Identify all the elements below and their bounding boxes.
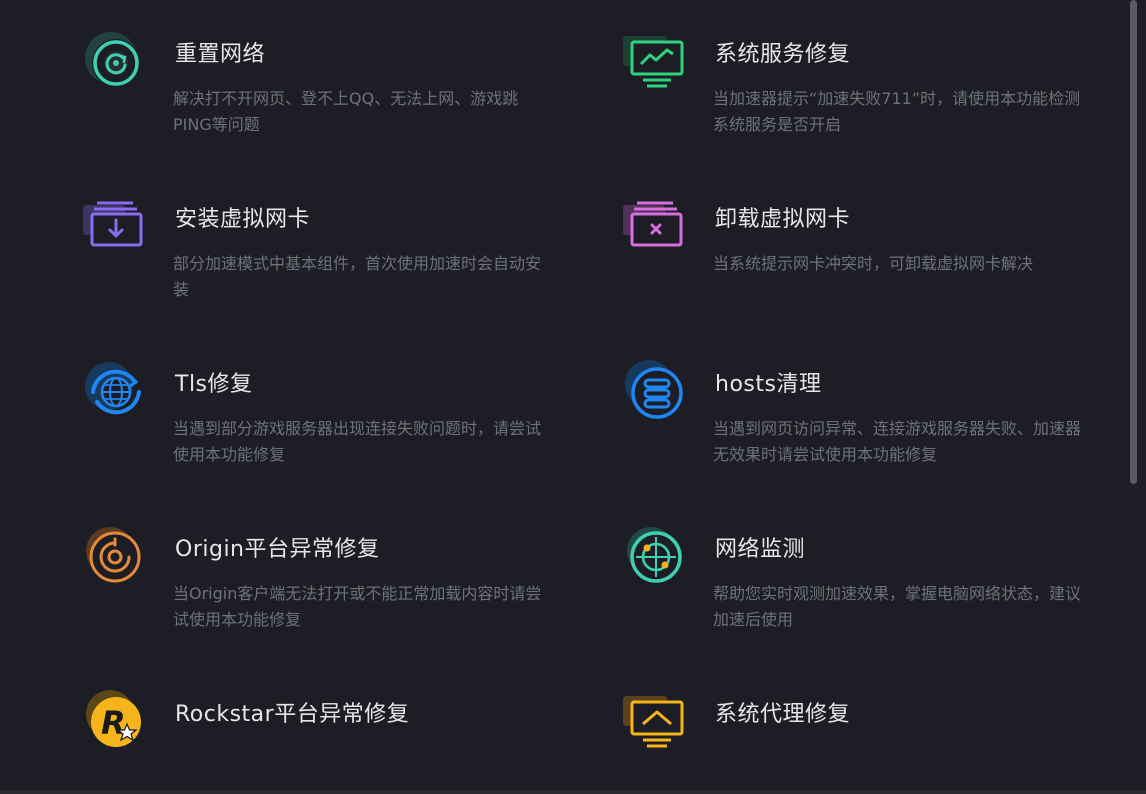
tool-reset-network[interactable]: 重置网络 解决打不开网页、登不上QQ、无法上网、游戏跳PING等问题 [83,30,553,170]
tool-network-monitor[interactable]: 网络监测 帮助您实时观测加速效果，掌握电脑网络状态，建议加速后使用 [623,525,1093,665]
uninstall-adapter-icon [623,195,687,259]
tool-origin-repair[interactable]: Origin平台异常修复 当Origin客户端无法打开或不能正常加载内容时请尝试… [83,525,553,665]
install-adapter-icon [83,195,147,259]
tool-tls-repair[interactable]: Tls修复 当遇到部分游戏服务器出现连接失败问题时，请尝试使用本功能修复 [83,360,553,500]
system-service-monitor-icon [623,30,687,94]
tool-description: 部分加速模式中基本组件，首次使用加速时会自动安装 [173,254,542,299]
origin-logo-icon [83,525,147,589]
tool-title: hosts清理 [715,372,822,397]
tool-description: 当遇到网页访问异常、连接游戏服务器失败、加速器无效果时请尝试使用本功能修复 [713,419,1082,464]
tool-title: 系统代理修复 [715,702,851,727]
server-stack-icon [623,360,687,424]
tool-title: Origin平台异常修复 [175,537,380,562]
radar-icon [623,525,687,589]
network-reset-icon [83,30,147,94]
tool-system-service-repair[interactable]: 系统服务修复 当加速器提示“加速失败711”时，请使用本功能检测系统服务是否开启 [623,30,1093,170]
tool-uninstall-virtual-adapter[interactable]: 卸载虚拟网卡 当系统提示网卡冲突时，可卸载虚拟网卡解决 [623,195,1093,335]
tool-title: 重置网络 [175,42,266,67]
vertical-scrollbar[interactable] [1130,0,1137,484]
rockstar-logo-icon: R [83,690,147,754]
tool-description: 当系统提示网卡冲突时，可卸载虚拟网卡解决 [713,254,1034,273]
tool-system-proxy-repair[interactable]: 系统代理修复 [623,690,1093,794]
tool-title: Rockstar平台异常修复 [175,702,410,727]
tool-title: Tls修复 [175,372,253,397]
tool-title: 系统服务修复 [715,42,851,67]
bottom-divider [0,790,1146,794]
tool-title: 卸载虚拟网卡 [715,207,851,232]
tool-description: 帮助您实时观测加速效果，掌握电脑网络状态，建议加速后使用 [713,584,1082,629]
tool-install-virtual-adapter[interactable]: 安装虚拟网卡 部分加速模式中基本组件，首次使用加速时会自动安装 [83,195,553,335]
tool-hosts-cleanup[interactable]: hosts清理 当遇到网页访问异常、连接游戏服务器失败、加速器无效果时请尝试使用… [623,360,1093,500]
tool-title: 安装虚拟网卡 [175,207,311,232]
tool-description: 当遇到部分游戏服务器出现连接失败问题时，请尝试使用本功能修复 [173,419,542,464]
tool-title: 网络监测 [715,537,806,562]
network-repair-tools-panel: 重置网络 解决打不开网页、登不上QQ、无法上网、游戏跳PING等问题 系统服务修… [0,0,1146,794]
globe-refresh-icon [83,360,147,424]
tool-rockstar-repair[interactable]: R Rockstar平台异常修复 [83,690,553,794]
tool-description: 解决打不开网页、登不上QQ、无法上网、游戏跳PING等问题 [173,89,519,134]
proxy-monitor-icon [623,690,687,754]
tool-description: 当加速器提示“加速失败711”时，请使用本功能检测系统服务是否开启 [713,89,1081,134]
tool-description: 当Origin客户端无法打开或不能正常加载内容时请尝试使用本功能修复 [173,584,542,629]
